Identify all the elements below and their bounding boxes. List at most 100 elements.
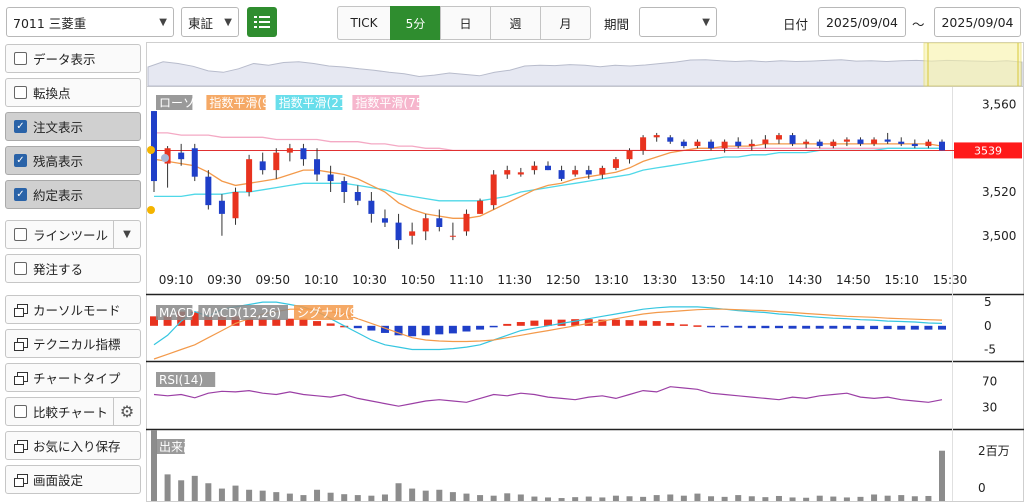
macd-bar [720,325,729,328]
candle [218,200,225,214]
sidebar-item-label: データ表示 [33,52,96,67]
sidebar-item-execution-display[interactable]: ✓ 約定表示 [5,180,141,209]
tab-tick[interactable]: TICK [337,6,390,40]
legend-macd-1: MACD(12,26) [201,306,281,320]
checkbox[interactable] [14,52,27,65]
checkbox[interactable]: ✓ [14,188,27,201]
navigator-series [147,59,1023,87]
macd-bar [530,320,539,326]
sidebar-item-screen-settings[interactable]: 画面設定 [5,465,141,494]
x-tick-label: 10:10 [304,273,339,287]
gear-icon[interactable]: ⚙ [113,398,140,425]
tab-week[interactable]: 週 [490,6,540,40]
chevron-down-icon[interactable]: ▼ [113,221,140,248]
candle [572,170,579,175]
candle [422,218,429,232]
x-tick-label: 13:30 [642,273,677,287]
sidebar-item-order-display[interactable]: ✓ 注文表示 [5,112,141,141]
candle [585,170,592,175]
y-tick-label: 70 [982,375,997,389]
candle [680,141,687,147]
x-tick-label: 14:30 [788,273,823,287]
checkbox[interactable]: ✓ [14,120,27,133]
volume-bar [694,493,701,501]
macd-bar [489,325,498,328]
sidebar-item-label: テクニカル指標 [33,337,121,352]
tab-day[interactable]: 日 [440,6,490,40]
candle [368,200,375,214]
macd-bar [707,325,716,328]
navigator-window [923,42,1022,87]
macd-bar [476,325,485,330]
checkbox[interactable] [14,262,27,275]
sidebar-item-cursor-mode[interactable]: カーソルモード [5,295,141,324]
sidebar-item-position-display[interactable]: ✓ 残高表示 [5,146,141,175]
order-marker [161,154,169,162]
sidebar-item-compare-chart[interactable]: 比較チャート ⚙ [5,397,141,426]
sidebar-item-place-order[interactable]: 発注する [5,254,141,283]
volume-bar [246,489,253,501]
candle [504,170,511,175]
date-to-input[interactable]: 2025/09/04 [934,7,1021,37]
volume-bar [667,494,674,501]
date-separator: ～ [912,17,925,32]
chevron-down-icon: ▼ [702,16,710,28]
x-tick-label: 11:30 [497,273,532,287]
sidebar-item-chart-type[interactable]: チャートタイプ [5,363,141,392]
checkbox[interactable]: ✓ [14,154,27,167]
sidebar-item-line-tool[interactable]: ラインツール ▼ [5,220,141,249]
candle [816,141,823,147]
candle [558,170,565,179]
sidebar-item-label: ラインツール [33,228,109,243]
sidebar-item-technical-indicator[interactable]: テクニカル指標 [5,329,141,358]
candle [911,143,918,147]
macd-bar [829,325,838,329]
x-tick-label: 09:50 [255,273,290,287]
volume-bar [775,495,782,501]
window-icon [14,371,28,385]
volume-bar [585,496,592,501]
candle [762,139,769,144]
tab-month[interactable]: 月 [540,6,591,40]
y-tick-label: 30 [982,401,997,415]
candle [259,161,266,171]
volume-bar [599,497,606,501]
candle [857,139,864,144]
x-tick-label: 13:10 [594,273,629,287]
chart-area[interactable]: 3,560 3,520 3,500 3539 ローソク 指数平滑(9) 指数平滑(21) 指数… [146,42,1024,503]
checkbox[interactable] [14,405,27,418]
volume-bar [341,494,348,501]
volume-bar [789,497,796,501]
candle [300,148,307,160]
volume-bar [762,497,769,501]
market-select[interactable]: 東証 ▼ [181,7,239,37]
date-from-input[interactable]: 2025/09/04 [818,7,906,37]
volume-bar [545,497,551,501]
candle [436,218,443,227]
sidebar-item-pivot-point[interactable]: 転換点 [5,78,141,107]
macd-bar [421,325,430,336]
sidebar-item-label: 注文表示 [33,120,84,135]
list-view-button[interactable] [247,7,277,37]
macd-bar [910,325,919,330]
macd-bar [353,325,362,329]
volume-bar [748,496,755,501]
candle [653,135,660,138]
legend-main-0: ローソク [159,96,207,110]
tab-5min[interactable]: 5分 [390,6,440,40]
macd-bar [313,321,322,326]
checkbox[interactable] [14,86,27,99]
volume-bar [164,474,171,501]
sidebar-item-data-display[interactable]: データ表示 [5,44,141,73]
sidebar-item-label: お気に入り保存 [33,439,121,454]
legend-macd-2: シグナル(9) [297,306,362,320]
checkbox[interactable] [14,228,27,241]
sidebar-item-save-favorite[interactable]: お気に入り保存 [5,431,141,460]
volume-bar [354,495,361,501]
symbol-select[interactable]: 7011 三菱重 ▼ [6,7,174,37]
volume-bar [843,497,850,501]
macd-bar [326,323,335,326]
candle [748,143,755,147]
market-label: 東証 [188,15,214,31]
period-select[interactable]: ▼ [639,7,717,37]
